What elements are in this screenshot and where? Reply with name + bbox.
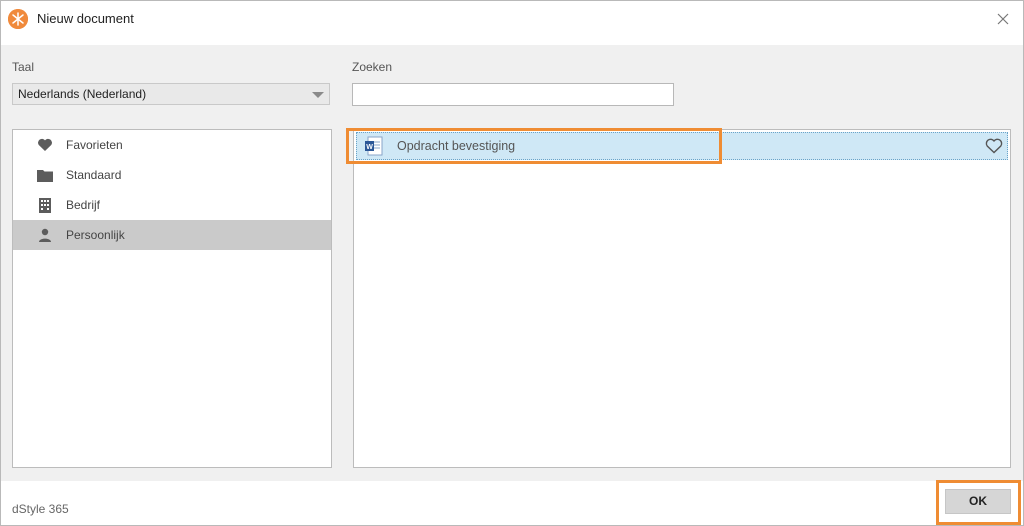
document-label: Opdracht bevestiging bbox=[397, 139, 516, 153]
category-item-persoonlijk[interactable]: Persoonlijk bbox=[13, 220, 331, 250]
close-icon bbox=[997, 13, 1009, 25]
search-label: Zoeken bbox=[352, 60, 393, 74]
building-icon bbox=[37, 197, 53, 213]
svg-text:W: W bbox=[366, 144, 373, 151]
category-list: Favorieten Standaard Bedrijf Persoonlijk bbox=[12, 129, 332, 468]
document-list: W Opdracht bevestiging bbox=[353, 129, 1011, 468]
language-selected-value: Nederlands (Nederland) bbox=[18, 87, 147, 101]
word-document-icon: W bbox=[364, 136, 384, 156]
product-name: dStyle 365 bbox=[12, 502, 69, 516]
ok-button[interactable]: OK bbox=[945, 489, 1011, 514]
heart-icon bbox=[37, 137, 53, 153]
chevron-down-icon bbox=[312, 92, 324, 98]
language-label: Taal bbox=[12, 60, 35, 74]
favorite-heart-icon[interactable] bbox=[985, 138, 1003, 154]
category-label: Standaard bbox=[66, 168, 122, 182]
category-label: Persoonlijk bbox=[66, 228, 125, 242]
close-button[interactable] bbox=[991, 7, 1015, 31]
dstyle-logo-icon bbox=[8, 9, 28, 29]
category-label: Bedrijf bbox=[66, 198, 101, 212]
category-item-favorieten[interactable]: Favorieten bbox=[13, 130, 331, 160]
search-input[interactable] bbox=[352, 83, 674, 106]
document-item-opdracht-bevestiging[interactable]: W Opdracht bevestiging bbox=[356, 132, 1008, 160]
language-select[interactable]: Nederlands (Nederland) bbox=[12, 83, 330, 105]
window-title: Nieuw document bbox=[37, 11, 134, 26]
new-document-dialog: Nieuw document Taal Nederlands (Nederlan… bbox=[0, 0, 1024, 526]
category-label: Favorieten bbox=[66, 138, 123, 152]
category-item-standaard[interactable]: Standaard bbox=[13, 160, 331, 190]
person-icon bbox=[37, 227, 53, 243]
dialog-body: Taal Nederlands (Nederland) Zoeken Favor… bbox=[1, 45, 1023, 481]
folder-icon bbox=[37, 167, 53, 183]
title-bar: Nieuw document bbox=[1, 1, 1023, 37]
category-item-bedrijf[interactable]: Bedrijf bbox=[13, 190, 331, 220]
